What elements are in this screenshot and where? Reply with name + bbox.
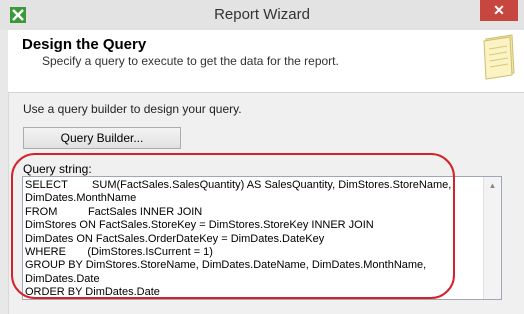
title-bar: Report Wizard ✕ xyxy=(0,0,524,31)
close-button[interactable]: ✕ xyxy=(480,0,518,21)
query-string-text[interactable]: SELECT SUM(FactSales.SalesQuantity) AS S… xyxy=(25,179,483,300)
query-builder-button[interactable]: Query Builder... xyxy=(23,127,181,149)
notepad-icon xyxy=(483,34,515,80)
query-string-label: Query string: xyxy=(23,162,92,176)
page-title: Design the Query xyxy=(22,36,147,53)
wizard-header: Design the Query Specify a query to exec… xyxy=(8,30,524,93)
scroll-up-arrow-icon[interactable]: ▲ xyxy=(484,177,501,194)
query-builder-instruction: Use a query builder to design your query… xyxy=(23,102,242,116)
query-string-textarea[interactable]: SELECT SUM(FactSales.SalesQuantity) AS S… xyxy=(22,176,502,300)
window-title: Report Wizard xyxy=(214,6,310,23)
query-scrollbar[interactable]: ▲ xyxy=(483,177,501,299)
page-subtitle: Specify a query to execute to get the da… xyxy=(42,54,339,68)
